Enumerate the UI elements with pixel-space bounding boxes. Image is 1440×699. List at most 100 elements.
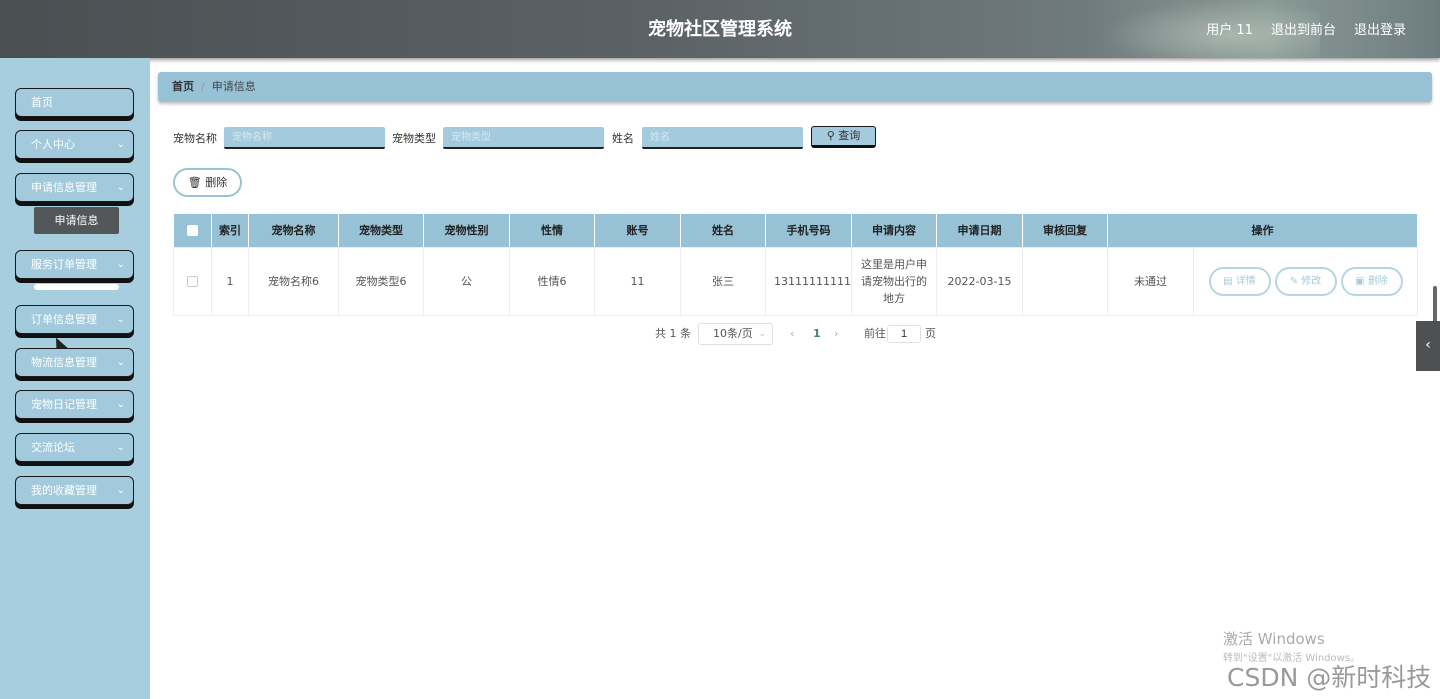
sidebar-item-service-order-management[interactable]: 服务订单管理 ⌄ (15, 250, 134, 279)
cell-account: 11 (594, 246, 681, 316)
cell-temperament: 性情6 (509, 246, 595, 316)
prev-page-icon[interactable]: ‹ (790, 323, 794, 345)
chevron-down-icon: ⌄ (116, 485, 125, 496)
column-header: 宠物性别 (423, 214, 510, 247)
back-to-front-link[interactable]: 退出到前台 (1271, 19, 1336, 38)
cell-name: 张三 (680, 246, 766, 316)
windows-activation-title: 激活 Windows (1223, 630, 1325, 648)
column-header: 姓名 (680, 214, 766, 247)
detail-label: 详情 (1235, 275, 1256, 287)
chevron-down-icon: ⌄ (116, 182, 125, 193)
breadcrumb-home[interactable]: 首页 (172, 80, 194, 93)
column-header: 申请日期 (936, 214, 1023, 247)
sidebar-item-favorites-management[interactable]: 我的收藏管理 ⌄ (15, 476, 134, 505)
column-header: 宠物名称 (248, 214, 339, 247)
table-header-row: 索引 宠物名称 宠物类型 宠物性别 性情 账号 姓名 手机号码 申请内容 申请日… (173, 214, 1418, 247)
pagination: 共 1 条 10条/页 ⌄ ‹ 1 › 前往 页 (0, 323, 1440, 345)
pet-type-input[interactable] (443, 127, 604, 149)
next-page-icon[interactable]: › (834, 323, 838, 345)
column-header: 账号 (594, 214, 681, 247)
search-button[interactable]: ⚲ 查询 (811, 126, 876, 148)
sidebar-item-label: 交流论坛 (31, 441, 75, 454)
csdn-watermark: CSDN @新时科技 (1227, 663, 1432, 692)
cell-index: 1 (211, 246, 249, 316)
column-header: 审核回复 (1022, 214, 1108, 247)
row-delete-label: 删除 (1367, 275, 1388, 287)
column-header: 手机号码 (765, 214, 852, 247)
chevron-down-icon: ⌄ (116, 259, 125, 270)
column-header: 操作 (1107, 214, 1418, 247)
user-label[interactable]: 用户 11 (1206, 19, 1253, 38)
pet-name-input[interactable] (224, 127, 385, 149)
breadcrumb-separator: / (201, 80, 205, 93)
chevron-left-icon: ‹ (1425, 337, 1431, 353)
cell-pet-type: 宠物类型6 (338, 246, 424, 316)
column-header: 申请内容 (851, 214, 937, 247)
side-panel-toggle[interactable]: ‹ (1416, 321, 1440, 371)
page-suffix: 页 (925, 327, 936, 340)
batch-delete-label: 删除 (205, 176, 228, 189)
select-all-header (173, 214, 212, 247)
cell-status: 未通过 (1107, 246, 1194, 316)
trash-icon: ▣ (1355, 275, 1365, 287)
page-number-current[interactable]: 1 (813, 323, 821, 345)
application-table: 索引 宠物名称 宠物类型 宠物性别 性情 账号 姓名 手机号码 申请内容 申请日… (173, 214, 1418, 316)
sidebar-item-label: 我的收藏管理 (31, 484, 97, 497)
cell-date: 2022-03-15 (936, 246, 1023, 316)
sidebar-item-label: 物流信息管理 (31, 356, 97, 369)
sidebar-subitem-application-info[interactable]: 申请信息 (34, 207, 119, 234)
sidebar-item-label: 个人中心 (31, 138, 75, 151)
name-input[interactable] (642, 127, 803, 149)
search-icon: ⚲ (826, 129, 835, 142)
breadcrumb: 首页 / 申请信息 (158, 72, 1432, 102)
sidebar-item-pet-diary-management[interactable]: 宠物日记管理 ⌄ (15, 390, 134, 419)
cell-content: 这里是用户申请宠物出行的地方 (851, 246, 937, 316)
sidebar-item-personal-center[interactable]: 个人中心 ⌄ (15, 130, 134, 159)
chevron-down-icon: ⌄ (116, 139, 125, 150)
cell-phone: 13111111111 (765, 246, 852, 316)
sidebar-item-logistics-management[interactable]: 物流信息管理 ⌄ (15, 348, 134, 377)
edit-button[interactable]: ✎ 修改 (1274, 266, 1337, 296)
name-label: 姓名 (612, 132, 634, 145)
sidebar: 首页 个人中心 ⌄ 申请信息管理 ⌄ 申请信息 服务订单管理 ⌄ 订单信息管理 … (0, 58, 150, 699)
column-header: 宠物类型 (338, 214, 424, 247)
trash-icon: 🗑 (187, 176, 202, 189)
cell-pet-name: 宠物名称6 (248, 246, 339, 316)
cell-pet-gender: 公 (423, 246, 510, 316)
row-select-cell (173, 246, 212, 316)
cell-reply (1022, 246, 1108, 316)
logout-link[interactable]: 退出登录 (1354, 19, 1406, 38)
pencil-icon: ✎ (1289, 275, 1299, 287)
submenu-collapsed-bar[interactable] (34, 284, 119, 290)
chevron-down-icon: ⌄ (116, 442, 125, 453)
goto-label: 前往 (864, 327, 886, 340)
pagination-total: 共 1 条 (655, 327, 691, 340)
row-checkbox[interactable] (187, 276, 198, 287)
batch-delete-button[interactable]: 🗑 删除 (173, 168, 242, 197)
detail-button[interactable]: ▤ 详情 (1208, 266, 1271, 296)
sidebar-item-label: 申请信息管理 (31, 181, 97, 194)
select-all-checkbox[interactable] (186, 225, 198, 237)
column-header: 性情 (509, 214, 595, 247)
cell-actions: ▤ 详情 ✎ 修改 ▣ 删除 (1193, 246, 1418, 316)
scrollbar-thumb[interactable] (1433, 286, 1437, 326)
column-header: 索引 (211, 214, 249, 247)
edit-label: 修改 (1301, 275, 1322, 287)
goto-page-input[interactable] (887, 325, 921, 343)
sidebar-item-forum[interactable]: 交流论坛 ⌄ (15, 433, 134, 462)
chevron-down-icon: ⌄ (758, 329, 766, 339)
page-size-value: 10条/页 (713, 327, 753, 340)
page-size-select[interactable]: 10条/页 ⌄ (698, 323, 773, 345)
chevron-down-icon: ⌄ (116, 399, 125, 410)
sidebar-item-application-management[interactable]: 申请信息管理 ⌄ (15, 173, 134, 202)
breadcrumb-current: 申请信息 (211, 80, 256, 93)
pet-type-label: 宠物类型 (392, 132, 436, 145)
sidebar-item-home[interactable]: 首页 (15, 88, 134, 117)
chevron-down-icon: ⌄ (116, 357, 125, 368)
pet-name-label: 宠物名称 (173, 132, 217, 145)
header-actions: 用户 11 退出到前台 退出登录 (1206, 19, 1406, 38)
sidebar-item-label: 服务订单管理 (31, 258, 97, 271)
sidebar-item-label: 首页 (31, 96, 53, 109)
row-delete-button[interactable]: ▣ 删除 (1340, 266, 1403, 296)
sidebar-item-label: 宠物日记管理 (31, 398, 97, 411)
